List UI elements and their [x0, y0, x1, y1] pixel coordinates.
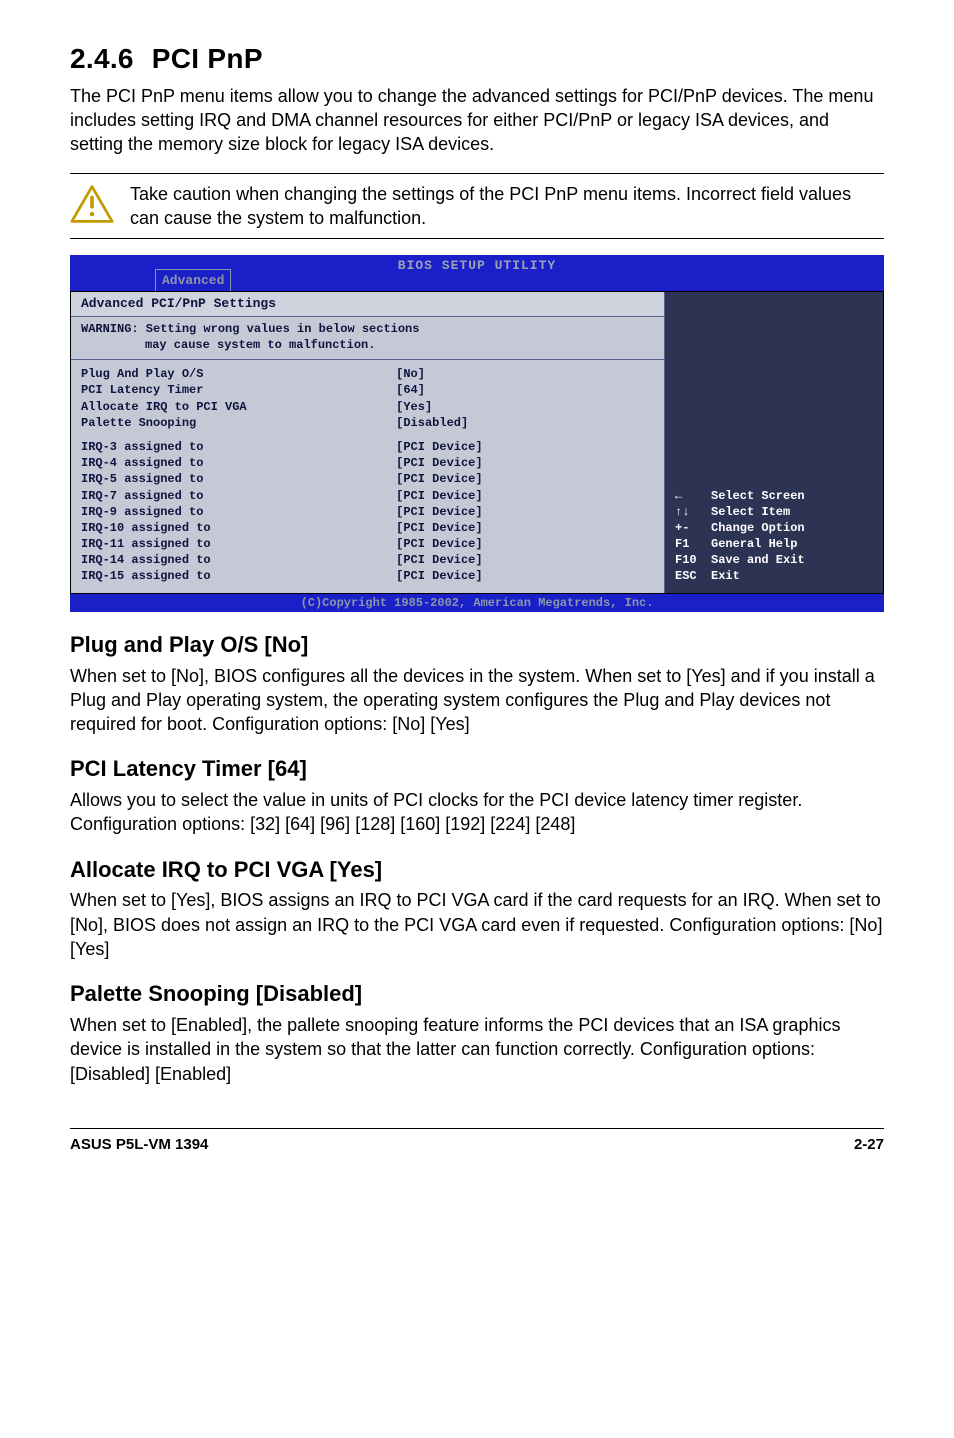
bios-setting-label: Plug And Play O/S: [81, 366, 396, 382]
bios-irq-row[interactable]: IRQ-5 assigned to [PCI Device]: [81, 471, 654, 487]
bios-irq-value: [PCI Device]: [396, 455, 654, 471]
help-key: ↑↓: [675, 504, 711, 520]
bios-irq-value: [PCI Device]: [396, 552, 654, 568]
bios-irq-label: IRQ-3 assigned to: [81, 439, 396, 455]
bios-help-row: F1General Help: [675, 536, 873, 552]
bios-irq-label: IRQ-4 assigned to: [81, 455, 396, 471]
bios-help-row: ↑↓Select Item: [675, 504, 873, 520]
option-body: When set to [Enabled], the pallete snoop…: [70, 1013, 884, 1086]
footer-page-number: 2-27: [854, 1135, 884, 1155]
bios-irq-row[interactable]: IRQ-4 assigned to [PCI Device]: [81, 455, 654, 471]
page-footer: ASUS P5L-VM 1394 2-27: [70, 1128, 884, 1155]
bios-help-row: ←Select Screen: [675, 488, 873, 504]
option-body: When set to [No], BIOS configures all th…: [70, 664, 884, 737]
bios-irq-value: [PCI Device]: [396, 536, 654, 552]
help-text: General Help: [711, 536, 797, 552]
bios-setting-value: [64]: [396, 382, 654, 398]
bios-irq-label: IRQ-10 assigned to: [81, 520, 396, 536]
bios-irq-value: [PCI Device]: [396, 471, 654, 487]
bios-setting-value: [Disabled]: [396, 415, 654, 431]
bios-setting-row[interactable]: Plug And Play O/S [No]: [81, 366, 654, 382]
bios-setting-row[interactable]: PCI Latency Timer [64]: [81, 382, 654, 398]
bios-tab-advanced[interactable]: Advanced: [155, 269, 231, 292]
bios-subheader: Advanced PCI/PnP Settings: [71, 292, 664, 317]
bios-irq-row[interactable]: IRQ-10 assigned to [PCI Device]: [81, 520, 654, 536]
help-key: F1: [675, 536, 711, 552]
bios-help-row: +-Change Option: [675, 520, 873, 536]
bios-irq-row[interactable]: IRQ-7 assigned to [PCI Device]: [81, 488, 654, 504]
option-heading: PCI Latency Timer [64]: [70, 754, 884, 784]
help-key: F10: [675, 552, 711, 568]
bios-setting-row[interactable]: Allocate IRQ to PCI VGA [Yes]: [81, 399, 654, 415]
section-title: PCI PnP: [152, 43, 263, 74]
caution-icon: [70, 184, 118, 230]
bios-header: BIOS SETUP UTILITY Advanced: [70, 255, 884, 291]
bios-warning-line1: WARNING: Setting wrong values in below s…: [81, 321, 654, 337]
bios-help-row: F10Save and Exit: [675, 552, 873, 568]
option-heading: Plug and Play O/S [No]: [70, 630, 884, 660]
option-heading: Allocate IRQ to PCI VGA [Yes]: [70, 855, 884, 885]
bios-irq-label: IRQ-14 assigned to: [81, 552, 396, 568]
option-body: When set to [Yes], BIOS assigns an IRQ t…: [70, 888, 884, 961]
help-key: ESC: [675, 568, 711, 584]
bios-setting-value: [No]: [396, 366, 654, 382]
help-text: Exit: [711, 568, 740, 584]
bios-irq-list: IRQ-3 assigned to [PCI Device] IRQ-4 ass…: [71, 435, 664, 593]
bios-irq-value: [PCI Device]: [396, 520, 654, 536]
section-heading: 2.4.6 PCI PnP: [70, 40, 884, 78]
option-heading: Palette Snooping [Disabled]: [70, 979, 884, 1009]
help-text: Change Option: [711, 520, 805, 536]
help-key: +-: [675, 520, 711, 536]
bios-copyright: (C)Copyright 1985-2002, American Megatre…: [70, 594, 884, 612]
bios-irq-row[interactable]: IRQ-14 assigned to [PCI Device]: [81, 552, 654, 568]
bios-irq-row[interactable]: IRQ-3 assigned to [PCI Device]: [81, 439, 654, 455]
bios-warning: WARNING: Setting wrong values in below s…: [71, 317, 664, 360]
help-text: Select Item: [711, 504, 790, 520]
caution-text: Take caution when changing the settings …: [130, 182, 884, 231]
bios-help-pane: ←Select Screen ↑↓Select Item +-Change Op…: [665, 292, 883, 592]
bios-setting-label: Palette Snooping: [81, 415, 396, 431]
bios-irq-row[interactable]: IRQ-11 assigned to [PCI Device]: [81, 536, 654, 552]
bios-irq-label: IRQ-5 assigned to: [81, 471, 396, 487]
bios-utility: BIOS SETUP UTILITY Advanced Advanced PCI…: [70, 255, 884, 612]
bios-irq-row[interactable]: IRQ-15 assigned to [PCI Device]: [81, 568, 654, 584]
section-intro: The PCI PnP menu items allow you to chan…: [70, 84, 884, 157]
bios-warning-line2: may cause system to malfunction.: [145, 337, 654, 353]
option-body: Allows you to select the value in units …: [70, 788, 884, 837]
bios-irq-value: [PCI Device]: [396, 488, 654, 504]
bios-irq-label: IRQ-11 assigned to: [81, 536, 396, 552]
bios-irq-row[interactable]: IRQ-9 assigned to [PCI Device]: [81, 504, 654, 520]
bios-irq-value: [PCI Device]: [396, 568, 654, 584]
footer-product: ASUS P5L-VM 1394: [70, 1135, 208, 1155]
bios-irq-label: IRQ-15 assigned to: [81, 568, 396, 584]
bios-irq-label: IRQ-9 assigned to: [81, 504, 396, 520]
help-text: Select Screen: [711, 488, 805, 504]
bios-setting-row[interactable]: Palette Snooping [Disabled]: [81, 415, 654, 431]
help-key: ←: [675, 488, 711, 504]
section-number: 2.4.6: [70, 43, 134, 74]
bios-irq-value: [PCI Device]: [396, 504, 654, 520]
bios-irq-value: [PCI Device]: [396, 439, 654, 455]
bios-help-row: ESCExit: [675, 568, 873, 584]
bios-left-pane: Advanced PCI/PnP Settings WARNING: Setti…: [71, 292, 665, 592]
bios-irq-label: IRQ-7 assigned to: [81, 488, 396, 504]
caution-block: Take caution when changing the settings …: [70, 173, 884, 240]
help-text: Save and Exit: [711, 552, 805, 568]
bios-setting-value: [Yes]: [396, 399, 654, 415]
bios-settings-list: Plug And Play O/S [No] PCI Latency Timer…: [71, 360, 664, 435]
bios-setting-label: Allocate IRQ to PCI VGA: [81, 399, 396, 415]
bios-setting-label: PCI Latency Timer: [81, 382, 396, 398]
